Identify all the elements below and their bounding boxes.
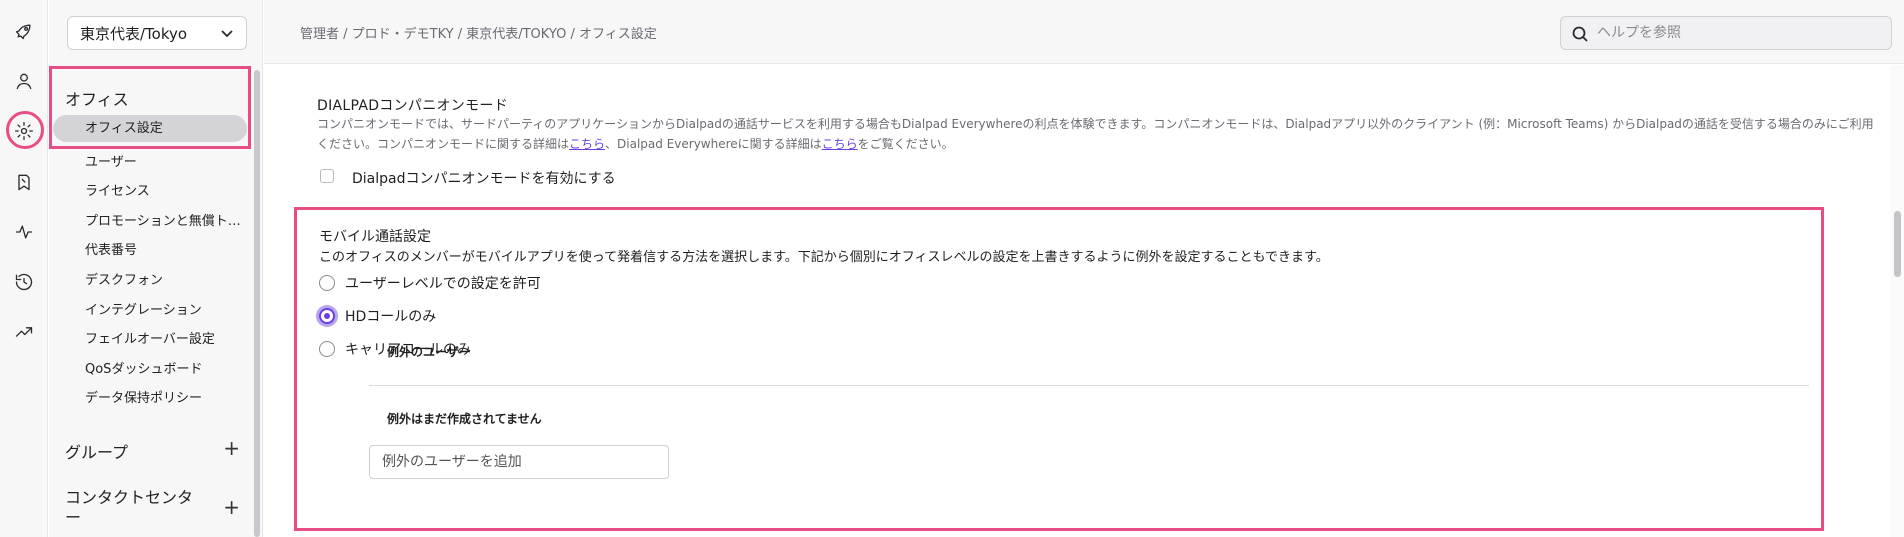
companion-mode-description: コンパニオンモードでは、サードパーティのアプリケーションからDialpadの通話… [317,114,1877,154]
gear-icon[interactable] [0,111,48,151]
trending-icon[interactable] [0,312,48,352]
sidebar-scrollbar[interactable] [254,70,260,537]
sidebar-heading-office[interactable]: オフィス [65,86,129,110]
icon-rail [0,0,48,537]
rocket-icon[interactable] [0,11,48,51]
companion-desc-line2: ください。コンパニオンモードに関する詳細はこちら、Dialpad Everywh… [317,134,1877,154]
sidebar-heading-groups[interactable]: グループ [65,439,128,463]
sidebar-item-qos-dashboard[interactable]: QoSダッシュボード [85,358,251,377]
search-icon [1572,26,1588,42]
radio-button[interactable] [319,341,335,357]
sidebar-item-users[interactable]: ユーザー [85,151,251,170]
mobile-call-settings-section: モバイル通話設定 このオフィスのメンバーがモバイルアプリを使って発着信する方法を… [294,207,1824,531]
companion-desc-text-a: ください。コンパニオンモードに関する詳細は [317,137,570,151]
user-icon[interactable] [0,61,48,101]
companion-details-link[interactable]: こちら [569,137,605,151]
add-exception-user-input[interactable] [369,445,669,479]
companion-desc-text-c: をご覧ください。 [857,137,954,151]
radio-option-user-level[interactable]: ユーザーレベルでの設定を許可 [319,273,541,293]
radio-button-selected[interactable] [319,308,335,324]
main-scrollbar[interactable] [1890,65,1904,537]
help-search[interactable] [1560,16,1892,50]
main-scrollbar-thumb[interactable] [1894,211,1901,277]
office-select-value: 東京代表/Tokyo [80,24,188,43]
radio-button[interactable] [319,275,335,291]
sidebar-item-promotions[interactable]: プロモーションと無償トラ... [85,210,251,229]
companion-mode-checkbox[interactable] [320,169,334,183]
mobile-call-settings-description: このオフィスのメンバーがモバイルアプリを使って発着信する方法を選択します。下記か… [319,250,1329,265]
companion-desc-text-b: 、Dialpad Everywhereに関する詳細は [605,137,822,151]
sidebar-item-licenses[interactable]: ライセンス [85,180,251,199]
sidebar-item-failover[interactable]: フェイルオーバー設定 [85,328,251,347]
exception-users-heading: 例外のユーザー [387,345,471,359]
sidebar-item-main-numbers[interactable]: 代表番号 [85,239,251,258]
radio-option-hd-call[interactable]: HDコールのみ [319,306,436,326]
companion-mode-title: DIALPADコンパニオンモード [317,98,508,114]
bookmark-icon[interactable] [0,162,48,202]
divider [369,385,1809,386]
office-select[interactable]: 東京代表/Tokyo [67,16,247,50]
activity-icon[interactable] [0,212,48,252]
mobile-call-settings-title: モバイル通話設定 [319,229,431,245]
companion-desc-line1: コンパニオンモードでは、サードパーティのアプリケーションからDialpadの通話… [317,117,1874,131]
sidebar: 東京代表/Tokyo オフィス オフィス設定 ユーザー ライセンス プロモーショ… [49,0,263,537]
add-contact-center-icon[interactable]: + [223,497,240,517]
exceptions-empty-text: 例外はまだ作成されてません [387,412,542,426]
chevron-down-icon [220,26,234,40]
sidebar-item-data-retention[interactable]: データ保持ポリシー [85,387,251,406]
companion-mode-checkbox-label[interactable]: Dialpadコンパニオンモードを有効にする [352,168,616,188]
sidebar-item-office-settings[interactable]: オフィス設定 [53,115,247,142]
sidebar-heading-contact-center[interactable]: コンタクトセンター [65,488,195,528]
sidebar-item-deskphones[interactable]: デスクフォン [85,269,251,288]
breadcrumb[interactable]: 管理者 / プロド・デモTKY / 東京代表/TOKYO / オフィス設定 [300,23,657,42]
add-group-icon[interactable]: + [223,438,240,458]
top-bar: 管理者 / プロド・デモTKY / 東京代表/TOKYO / オフィス設定 [264,0,1904,64]
main-content: DIALPADコンパニオンモード コンパニオンモードでは、サードパーティのアプリ… [264,65,1904,537]
radio-label[interactable]: ユーザーレベルでの設定を許可 [345,273,541,293]
radio-label[interactable]: HDコールのみ [345,306,436,326]
help-search-input[interactable] [1597,17,1877,49]
history-icon[interactable] [0,262,48,302]
everywhere-details-link[interactable]: こちら [822,137,858,151]
sidebar-item-integrations[interactable]: インテグレーション [85,299,251,318]
